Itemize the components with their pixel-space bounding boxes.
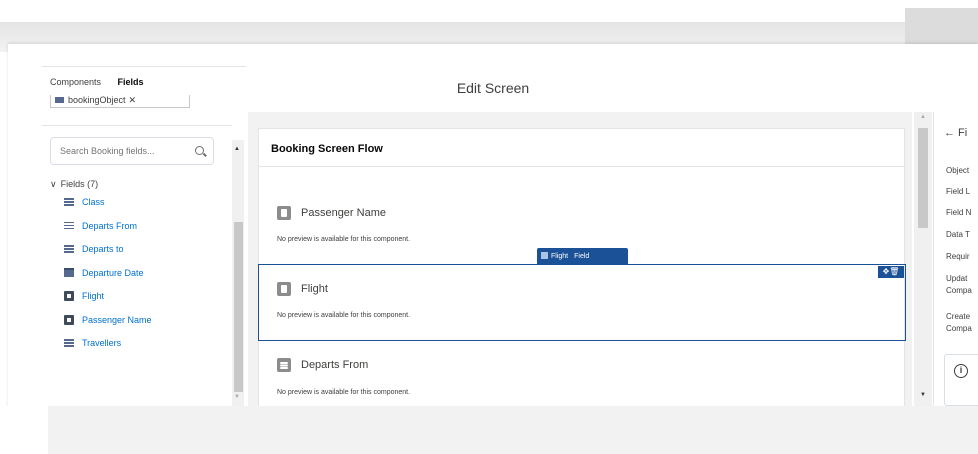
palette-divider [42, 125, 232, 126]
footer-edge [0, 406, 48, 454]
info-box [944, 354, 978, 406]
component-label[interactable]: Flight [301, 283, 328, 295]
property-field-name: Field N [946, 208, 972, 217]
scroll-up-icon[interactable]: ▲ [920, 114, 926, 120]
palette-tabs: Components Fields [50, 77, 158, 87]
search-input[interactable] [60, 138, 190, 164]
modal-footer [48, 406, 978, 454]
text-field-icon [64, 314, 74, 325]
list-icon [64, 221, 74, 230]
scrollbar-thumb[interactable] [918, 128, 928, 228]
text-field-icon [277, 206, 291, 220]
field-list: Class Departs From Departs to Departure … [64, 197, 152, 362]
card-divider [259, 166, 904, 167]
field-label: Flight [82, 291, 105, 301]
component-note: No preview is available for this compone… [277, 389, 411, 396]
field-item-flight[interactable]: Flight [64, 291, 152, 315]
list-icon [277, 358, 291, 372]
fields-section-toggle[interactable]: ∨ Fields (7) [50, 179, 98, 190]
scroll-up-icon[interactable]: ▲ [234, 146, 240, 152]
property-object: Object [946, 166, 970, 175]
object-pill-label: bookingObject [68, 95, 126, 105]
text-field-icon [277, 282, 291, 296]
field-label: Class [82, 197, 105, 207]
field-item-passenger-name[interactable]: Passenger Name [64, 314, 152, 339]
list-icon [64, 244, 74, 253]
scroll-down-icon[interactable]: ▼ [920, 392, 926, 398]
delete-icon[interactable]: 🗑 [889, 267, 899, 276]
search-field[interactable] [50, 137, 214, 165]
remove-icon[interactable]: ✕ [129, 95, 137, 105]
screen-title: Booking Screen Flow [271, 143, 383, 155]
field-item-departs-from[interactable]: Departs From [64, 221, 152, 245]
selected-component[interactable] [258, 264, 906, 341]
selected-component-badge: Flight Field [537, 248, 628, 265]
component-note: No preview is available for this compone… [277, 236, 411, 243]
component-label[interactable]: Departs From [301, 359, 368, 371]
backdrop [0, 0, 978, 22]
field-item-departure-date[interactable]: Departure Date [64, 267, 152, 292]
component-tools: ✥🗑 [878, 266, 904, 278]
badge-name: Flight [551, 253, 569, 260]
chevron-down-icon: ∨ [50, 179, 57, 189]
field-label: Departs From [82, 220, 138, 231]
field-item-departs-to[interactable]: Departs to [64, 244, 152, 268]
search-icon[interactable] [195, 146, 204, 155]
palette-scrollbar[interactable] [232, 140, 244, 406]
component-label[interactable]: Passenger Name [301, 207, 386, 219]
object-icon [55, 97, 64, 103]
scrollbar-thumb[interactable] [234, 222, 243, 392]
property-createable: Create [946, 312, 971, 321]
calendar-icon [64, 267, 74, 277]
list-icon [64, 197, 74, 206]
badge-type: Field [574, 253, 590, 260]
field-label: Departs to [82, 244, 124, 254]
component-note: No preview is available for this compone… [277, 312, 411, 319]
property-data-type: Data T [946, 230, 970, 239]
property-updatable: Updat [946, 274, 968, 283]
field-label: Travellers [82, 338, 122, 348]
tab-components[interactable]: Components [50, 77, 101, 87]
scroll-down-icon[interactable]: ▼ [234, 394, 240, 400]
list-icon [64, 338, 74, 347]
fields-section-label: Fields (7) [60, 179, 99, 189]
field-label: Passenger Name [82, 314, 152, 325]
property-createable-compat: Compa [946, 324, 972, 333]
property-field-label: Field L [946, 187, 971, 196]
field-item-class[interactable]: Class [64, 197, 152, 221]
palette-panel: Components Fields bookingObject✕ ∨Fields… [42, 66, 246, 362]
field-label: Departure Date [82, 267, 144, 278]
canvas-scrollbar[interactable] [914, 112, 932, 406]
back-button[interactable]: ← Fi [944, 127, 967, 139]
property-updatable-compat: Compa [946, 286, 972, 295]
text-field-icon [541, 252, 548, 259]
property-required: Requir [946, 252, 970, 261]
tab-fields[interactable]: Fields [118, 77, 144, 87]
object-pill[interactable]: bookingObject ✕ [50, 95, 190, 108]
text-field-icon [64, 291, 74, 301]
field-item-travellers[interactable]: Travellers [64, 338, 152, 362]
info-icon: i [954, 364, 968, 378]
